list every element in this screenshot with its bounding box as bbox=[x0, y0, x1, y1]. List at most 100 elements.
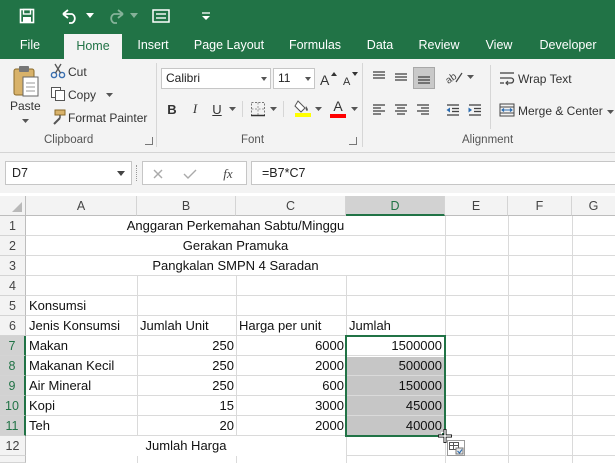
cell-unit-count[interactable]: 20 bbox=[137, 416, 236, 436]
total-label[interactable]: Jumlah Harga bbox=[26, 436, 346, 456]
clipboard-launcher-icon[interactable] bbox=[145, 137, 153, 145]
font-size-combo[interactable]: 11 bbox=[273, 68, 315, 89]
font-color-dropdown-icon[interactable] bbox=[349, 105, 359, 113]
cancel-icon[interactable] bbox=[149, 165, 167, 183]
cell-item-name[interactable]: Teh bbox=[27, 416, 137, 436]
cell-unit-price[interactable]: 6000 bbox=[236, 336, 346, 356]
top-align-icon[interactable] bbox=[369, 67, 389, 87]
redo-icon[interactable] bbox=[102, 0, 130, 32]
section-label[interactable]: Konsumsi bbox=[27, 296, 137, 316]
sheet-title-1[interactable]: Anggaran Perkemahan Sabtu/Minggu bbox=[26, 216, 445, 236]
italic-button[interactable]: I bbox=[186, 99, 204, 119]
quick-analysis-button[interactable] bbox=[447, 440, 465, 456]
row-header-6[interactable]: 6 bbox=[0, 316, 26, 336]
column-header-c[interactable]: C bbox=[236, 196, 346, 216]
tab-view[interactable]: View bbox=[478, 32, 520, 59]
header-harga-per-unit[interactable]: Harga per unit bbox=[237, 316, 346, 336]
font-launcher-icon[interactable] bbox=[349, 137, 357, 145]
row-header-11[interactable]: 11 bbox=[0, 416, 26, 436]
font-color-button[interactable]: A bbox=[328, 97, 348, 119]
row-header-12[interactable]: 12 bbox=[0, 436, 26, 456]
paste-icon[interactable] bbox=[8, 63, 44, 99]
cell-item-name[interactable]: Kopi bbox=[27, 396, 137, 416]
borders-icon[interactable] bbox=[248, 99, 268, 119]
redo-dropdown-icon[interactable] bbox=[128, 0, 140, 32]
tab-data[interactable]: Data bbox=[360, 32, 400, 59]
bottom-align-icon[interactable] bbox=[413, 67, 435, 89]
align-right-icon[interactable] bbox=[413, 100, 433, 120]
column-header-d[interactable]: D bbox=[346, 196, 445, 216]
tab-file[interactable]: File bbox=[8, 32, 52, 59]
column-header-f[interactable]: F bbox=[508, 196, 572, 216]
row-header-4[interactable]: 4 bbox=[0, 276, 26, 296]
tab-page-layout[interactable]: Page Layout bbox=[188, 32, 270, 59]
fill-color-dropdown-icon[interactable] bbox=[313, 105, 323, 113]
tab-developer[interactable]: Developer bbox=[532, 32, 604, 59]
row-header-8[interactable]: 8 bbox=[0, 356, 26, 376]
sheet-title-3[interactable]: Pangkalan SMPN 4 Saradan bbox=[26, 256, 445, 276]
wrap-text-button[interactable]: Wrap Text bbox=[518, 72, 572, 86]
resize-handle[interactable] bbox=[136, 165, 138, 181]
form-icon[interactable] bbox=[149, 0, 173, 32]
decrease-font-size-icon[interactable]: A bbox=[340, 68, 360, 89]
orientation-icon[interactable]: ab bbox=[445, 67, 465, 87]
align-center-icon[interactable] bbox=[391, 100, 411, 120]
cell-unit-price[interactable]: 2000 bbox=[236, 356, 346, 376]
align-left-icon[interactable] bbox=[369, 100, 389, 120]
paste-button[interactable]: Paste bbox=[10, 99, 41, 113]
orientation-dropdown-icon[interactable] bbox=[465, 73, 475, 81]
header-jenis-konsumsi[interactable]: Jenis Konsumsi bbox=[27, 316, 137, 336]
row-header-9[interactable]: 9 bbox=[0, 376, 26, 396]
cell-item-name[interactable]: Air Mineral bbox=[27, 376, 137, 396]
formula-input[interactable]: =B7*C7 bbox=[251, 161, 615, 185]
enter-icon[interactable] bbox=[181, 165, 199, 183]
tab-formulas[interactable]: Formulas bbox=[282, 32, 348, 59]
cell-item-name[interactable]: Makan bbox=[27, 336, 137, 356]
customize-icon[interactable] bbox=[198, 0, 214, 32]
cell-unit-count[interactable]: 250 bbox=[137, 376, 236, 396]
row-header-2[interactable]: 2 bbox=[0, 236, 26, 256]
font-name-dropdown-icon[interactable] bbox=[261, 77, 267, 81]
format-painter-button[interactable]: Format Painter bbox=[68, 111, 147, 125]
tab-insert[interactable]: Insert bbox=[130, 32, 176, 59]
copy-dropdown-icon[interactable] bbox=[104, 91, 114, 99]
font-name-combo[interactable]: Calibri bbox=[161, 68, 271, 89]
cell-unit-count[interactable]: 250 bbox=[137, 356, 236, 376]
underline-button[interactable]: U bbox=[208, 99, 226, 119]
cell-unit-count[interactable]: 250 bbox=[137, 336, 236, 356]
merge-center-button[interactable]: Merge & Center bbox=[518, 104, 603, 118]
undo-icon[interactable] bbox=[56, 0, 84, 32]
row-header-3[interactable]: 3 bbox=[0, 256, 26, 276]
increase-font-size-icon[interactable]: A bbox=[318, 68, 338, 89]
cell-item-name[interactable]: Makanan Kecil bbox=[27, 356, 137, 376]
save-icon[interactable] bbox=[14, 0, 40, 32]
column-header-a[interactable]: A bbox=[26, 196, 137, 216]
tab-home[interactable]: Home bbox=[64, 34, 122, 59]
undo-dropdown-icon[interactable] bbox=[84, 0, 96, 32]
borders-dropdown-icon[interactable] bbox=[268, 105, 278, 113]
row-header-10[interactable]: 10 bbox=[0, 396, 26, 416]
row-header-5[interactable]: 5 bbox=[0, 296, 26, 316]
column-header-e[interactable]: E bbox=[445, 196, 508, 216]
underline-dropdown-icon[interactable] bbox=[227, 105, 237, 113]
row-header-1[interactable]: 1 bbox=[0, 216, 26, 236]
cell-unit-count[interactable]: 15 bbox=[137, 396, 236, 416]
cell-unit-price[interactable]: 3000 bbox=[236, 396, 346, 416]
name-box-dropdown-icon[interactable] bbox=[117, 171, 125, 176]
copy-button[interactable]: Copy bbox=[68, 88, 96, 102]
merge-dropdown-icon[interactable] bbox=[605, 108, 615, 116]
column-header-b[interactable]: B bbox=[137, 196, 236, 216]
row-header-7[interactable]: 7 bbox=[0, 336, 26, 356]
name-box[interactable]: D7 bbox=[5, 161, 132, 185]
font-size-dropdown-icon[interactable] bbox=[305, 77, 311, 81]
header-jumlah[interactable]: Jumlah bbox=[347, 316, 445, 336]
tab-review[interactable]: Review bbox=[412, 32, 466, 59]
header-jumlah-unit[interactable]: Jumlah Unit bbox=[138, 316, 236, 336]
cell-unit-price[interactable]: 2000 bbox=[236, 416, 346, 436]
middle-align-icon[interactable] bbox=[391, 67, 411, 87]
select-all-button[interactable] bbox=[0, 196, 26, 216]
increase-indent-icon[interactable] bbox=[465, 100, 485, 120]
cell-unit-price[interactable]: 600 bbox=[236, 376, 346, 396]
cut-button[interactable]: Cut bbox=[68, 65, 87, 79]
sheet-title-2[interactable]: Gerakan Pramuka bbox=[26, 236, 445, 256]
